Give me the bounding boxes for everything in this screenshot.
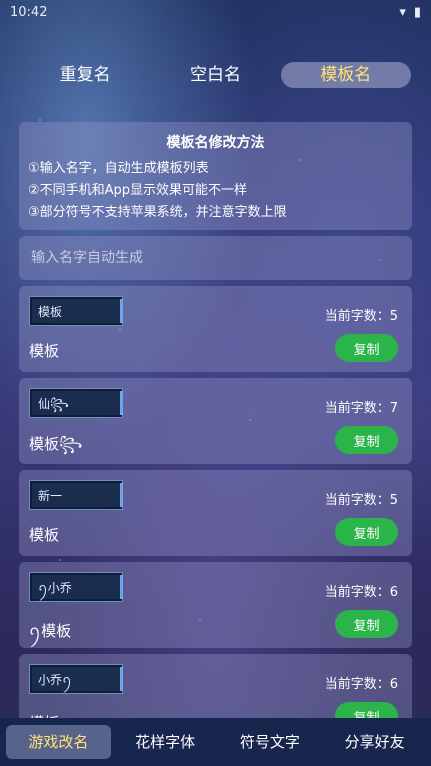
template-preview: 模板 [29,296,123,326]
template-preview: 仙꧂ [29,388,123,418]
template-card: 仙꧂ 当前字数：7 模板꧂ 复制 [19,378,412,464]
battery-icon: ▮ [413,4,421,20]
char-count: 当前字数：6 [324,677,398,692]
nav-share-friends[interactable]: 分享好友 [322,725,427,759]
copy-button[interactable]: 复制 [335,610,398,638]
tab-repeat-name[interactable]: 重复名 [20,62,150,88]
instruction-line: ②不同手机和App显示效果可能不一样 [28,183,248,198]
template-card: ꪆ小乔 当前字数：6 ꪆ模板 复制 [19,562,412,648]
template-preview: 新一 [29,480,123,510]
char-count: 当前字数：6 [324,585,398,600]
template-card: 新一 当前字数：5 模板 复制 [19,470,412,556]
tab-template-name[interactable]: 模板名 [280,62,411,88]
instruction-line: ③部分符号不支持苹果系统，并注意字数上限 [28,205,287,220]
char-count: 当前字数：5 [324,493,398,508]
status-time: 10:42 [10,4,48,20]
template-name: 模板 [29,342,60,360]
status-icons: ▾ ▮ [399,5,421,20]
instructions-panel: 模板名修改方法 ①输入名字，自动生成模板列表 ②不同手机和App显示效果可能不一… [19,122,412,230]
name-input-container [19,236,412,280]
copy-button[interactable]: 复制 [335,518,398,546]
nav-symbol-text[interactable]: 符号文字 [218,725,323,759]
char-count: 当前字数：7 [324,401,398,416]
template-preview: ꪆ小乔 [29,572,123,602]
tab-blank-name[interactable]: 空白名 [150,62,280,88]
instruction-line: ①输入名字，自动生成模板列表 [28,161,209,176]
wifi-icon: ▾ [399,4,406,20]
status-bar: 10:42 ▾ ▮ [0,0,431,24]
template-name: 模板 [29,526,60,544]
instructions-title: 模板名修改方法 [166,135,265,151]
nav-game-rename[interactable]: 游戏改名 [6,725,111,759]
template-preview: 小乔ꪆ [29,664,123,694]
copy-button[interactable]: 复制 [335,426,398,454]
char-count: 当前字数：5 [324,309,398,324]
copy-button[interactable]: 复制 [335,334,398,362]
template-card: 模板 当前字数：5 模板 复制 [19,286,412,372]
name-input[interactable] [19,236,412,280]
nav-fancy-fonts[interactable]: 花样字体 [113,725,218,759]
template-name: ꪆ模板 [29,622,72,640]
template-name: 模板꧂ [29,435,83,453]
top-tabs: 重复名 空白名 模板名 [20,62,411,88]
bottom-nav: 游戏改名 花样字体 符号文字 分享好友 [0,718,431,766]
